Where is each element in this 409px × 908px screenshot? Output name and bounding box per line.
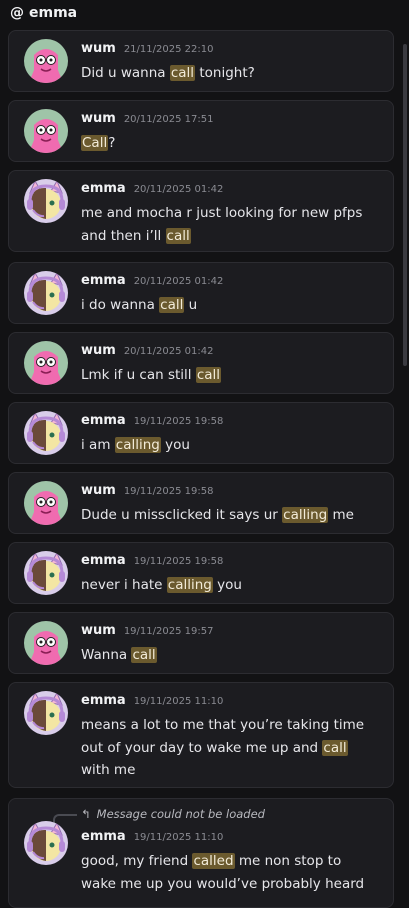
search-result-message[interactable]: emma 20/11/2025 01:42 i do wanna call u <box>8 262 394 324</box>
search-match-highlight: call <box>159 297 185 313</box>
message-text: tonight? <box>195 65 255 81</box>
message-timestamp: 19/11/2025 11:10 <box>133 832 224 843</box>
message-content: good, my friend called me non stop to wa… <box>81 850 377 895</box>
author-name[interactable]: wum <box>81 623 116 638</box>
message-text: you <box>212 577 242 593</box>
author-name[interactable]: emma <box>81 553 126 568</box>
message-text: Dude u missclicked it says ur <box>81 507 283 523</box>
message-header: emma 19/11/2025 19:58 <box>81 553 223 568</box>
message-text: u <box>184 297 198 313</box>
message-timestamp: 19/11/2025 19:58 <box>133 556 224 567</box>
search-result-message[interactable]: ↰ Message could not be loaded emma 19/11/20… <box>8 798 394 908</box>
message-header: emma 19/11/2025 11:10 <box>81 829 223 844</box>
message-header: emma 20/11/2025 01:42 <box>81 273 223 288</box>
message-text: with me <box>81 762 136 778</box>
message-timestamp: 19/11/2025 19:58 <box>133 416 224 427</box>
search-match-highlight: call <box>195 367 222 383</box>
search-result-message[interactable]: wum 21/11/2025 22:10 Did u wanna call toni… <box>8 30 394 92</box>
search-match-highlight: call <box>131 647 157 663</box>
search-result-message[interactable]: emma 20/11/2025 01:42 me and mocha r just … <box>8 170 394 252</box>
message-content: i do wanna call u <box>81 294 377 317</box>
search-result-message[interactable]: emma 19/11/2025 19:58 never i hate calling… <box>8 542 394 604</box>
pink-avatar[interactable] <box>24 481 68 525</box>
message-header: wum 19/11/2025 19:58 <box>81 483 213 498</box>
headset-avatar[interactable] <box>24 691 68 735</box>
message-content: means a lot to me that you’re taking tim… <box>81 714 377 782</box>
search-match-highlight: calling <box>282 507 329 523</box>
search-match-highlight: calling <box>166 577 213 593</box>
author-name[interactable]: wum <box>81 41 116 56</box>
message-header: emma 20/11/2025 01:42 <box>81 181 223 196</box>
message-content: Call? <box>81 132 377 155</box>
message-timestamp: 19/11/2025 19:58 <box>123 486 214 497</box>
message-text: i do wanna <box>81 297 160 313</box>
message-timestamp: 20/11/2025 01:42 <box>133 276 224 287</box>
author-name[interactable]: emma <box>81 181 126 196</box>
author-name[interactable]: emma <box>81 829 126 844</box>
search-result-message[interactable]: wum 20/11/2025 17:51 Call? <box>8 100 394 162</box>
message-header: wum 20/11/2025 17:51 <box>81 111 213 126</box>
message-header: emma 19/11/2025 11:10 <box>81 693 223 708</box>
search-result-message[interactable]: emma 19/11/2025 11:10 means a lot to me th… <box>8 682 394 788</box>
headset-avatar[interactable] <box>24 179 68 223</box>
message-content: never i hate calling you <box>81 574 377 597</box>
search-results-list: wum 21/11/2025 22:10 Did u wanna call toni… <box>0 0 409 908</box>
message-content: Lmk if u can still call <box>81 364 377 387</box>
message-content: me and mocha r just looking for new pfps… <box>81 202 377 247</box>
search-match-highlight: calling <box>114 437 161 453</box>
scrollbar-thumb[interactable] <box>403 44 407 366</box>
message-header: wum 19/11/2025 19:57 <box>81 623 213 638</box>
search-match-highlight: call <box>165 227 191 244</box>
author-name[interactable]: wum <box>81 111 116 126</box>
message-text: Wanna <box>81 647 132 663</box>
pink-avatar[interactable] <box>24 39 68 83</box>
message-text: never i hate <box>81 577 167 593</box>
search-match-highlight: called <box>192 853 235 869</box>
message-content: Did u wanna call tonight? <box>81 62 377 85</box>
pink-avatar[interactable] <box>24 621 68 665</box>
message-text: me <box>328 507 354 523</box>
search-result-message[interactable]: wum 19/11/2025 19:58 Dude u missclicked it… <box>8 472 394 534</box>
message-timestamp: 20/11/2025 01:42 <box>133 184 224 195</box>
message-header: wum 20/11/2025 01:42 <box>81 343 213 358</box>
message-text: you <box>160 437 190 453</box>
message-timestamp: 20/11/2025 01:42 <box>123 346 214 357</box>
message-timestamp: 19/11/2025 19:57 <box>123 626 214 637</box>
message-content: Wanna call <box>81 644 377 667</box>
reply-arrow-icon: ↰ <box>81 807 91 821</box>
author-name[interactable]: emma <box>81 413 126 428</box>
search-result-message[interactable]: wum 20/11/2025 01:42 Lmk if u can still ca… <box>8 332 394 394</box>
search-result-message[interactable]: emma 19/11/2025 19:58 i am calling you <box>8 402 394 464</box>
message-text: me and mocha r just looking for new pfps… <box>81 205 363 244</box>
headset-avatar[interactable] <box>24 271 68 315</box>
headset-avatar[interactable] <box>24 411 68 455</box>
message-timestamp: 21/11/2025 22:10 <box>123 44 214 55</box>
reply-reference[interactable]: ↰ Message could not be loaded <box>81 807 265 821</box>
message-text: Did u wanna <box>81 65 170 81</box>
headset-avatar[interactable] <box>24 551 68 595</box>
message-text: ? <box>108 135 116 151</box>
message-text: good, my friend <box>81 853 193 869</box>
pink-avatar[interactable] <box>24 341 68 385</box>
message-header: emma 19/11/2025 19:58 <box>81 413 223 428</box>
message-header: wum 21/11/2025 22:10 <box>81 41 213 56</box>
author-name[interactable]: emma <box>81 693 126 708</box>
search-match-highlight: call <box>169 65 196 81</box>
search-match-highlight: call <box>322 739 348 756</box>
search-match-highlight: Call <box>81 135 109 151</box>
author-name[interactable]: wum <box>81 343 116 358</box>
message-timestamp: 20/11/2025 17:51 <box>123 114 214 125</box>
author-name[interactable]: wum <box>81 483 116 498</box>
message-timestamp: 19/11/2025 11:10 <box>133 696 224 707</box>
message-text: Lmk if u can still <box>81 367 196 383</box>
headset-avatar[interactable] <box>24 821 68 865</box>
message-content: Dude u missclicked it says ur calling me <box>81 504 377 527</box>
search-result-message[interactable]: wum 19/11/2025 19:57 Wanna call <box>8 612 394 674</box>
author-name[interactable]: emma <box>81 273 126 288</box>
pink-avatar[interactable] <box>24 109 68 153</box>
reply-text: Message could not be loaded <box>96 807 265 821</box>
message-content: i am calling you <box>81 434 377 457</box>
message-text: i am <box>81 437 115 453</box>
